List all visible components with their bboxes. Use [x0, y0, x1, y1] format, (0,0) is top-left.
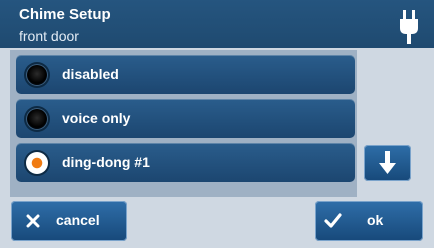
- plug-icon[interactable]: [398, 10, 420, 44]
- checkmark-icon: [324, 213, 342, 228]
- page-title: Chime Setup: [19, 6, 111, 23]
- arrow-down-icon: [379, 151, 396, 174]
- radio-button[interactable]: [26, 108, 48, 130]
- option-disabled[interactable]: disabled: [16, 55, 355, 94]
- ok-label: ok: [367, 212, 384, 228]
- page-subtitle: front door: [19, 28, 79, 44]
- cancel-button[interactable]: cancel: [11, 201, 127, 241]
- scroll-down-button[interactable]: [364, 145, 411, 181]
- radio-button-selected[interactable]: [26, 152, 48, 174]
- ok-button[interactable]: ok: [315, 201, 423, 241]
- option-label: voice only: [62, 110, 131, 126]
- option-ding-dong-1[interactable]: ding-dong #1: [16, 143, 355, 182]
- header-bar: Chime Setup front door: [0, 0, 434, 48]
- option-label: disabled: [62, 66, 119, 82]
- option-voice-only[interactable]: voice only: [16, 99, 355, 138]
- radio-button[interactable]: [26, 64, 48, 86]
- option-label: ding-dong #1: [62, 154, 150, 170]
- cancel-label: cancel: [56, 212, 100, 228]
- close-icon: [26, 214, 40, 228]
